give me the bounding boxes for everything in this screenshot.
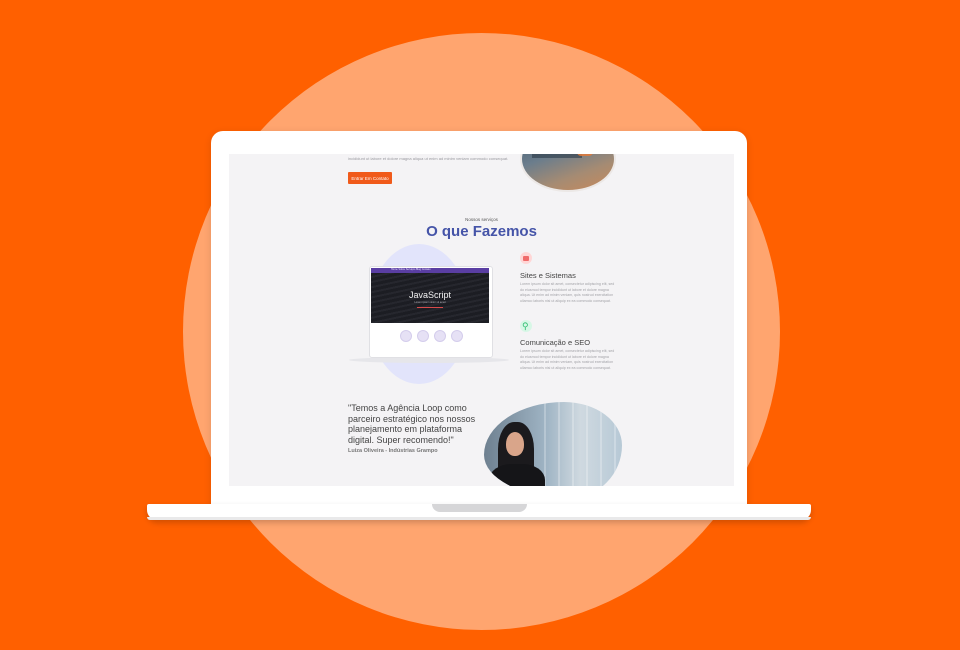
hero-office-image [520,154,616,192]
testimonial-quote: "Temos a Agência Loop como parceiro estr… [348,403,476,445]
laptop-notch [432,504,527,512]
contact-button[interactable]: Entrar Em Contato [348,172,392,184]
mockup-feature-icon [451,330,463,342]
mockup-feature-icon [400,330,412,342]
mockup-divider [417,307,443,308]
search-icon: ⚲ [520,320,532,332]
window-icon [520,252,532,264]
laptop-screen: incididunt ut labore et dolore magna ali… [229,154,734,486]
mockup-subtitle: Lorem ipsum dolor sit amet [414,301,446,304]
services-title: O que Fazemos [426,223,537,240]
services-eyebrow: Nossos serviços [465,217,498,222]
mockup-feature-icon [434,330,446,342]
testimonial-photo [484,402,622,486]
service-description-seo: Lorem ipsum dolor sit amet, consectetur … [520,349,615,370]
testimonial-author: Luiza Oliveira - Indústrias Grampo [348,448,438,454]
service-title-sites: Sites e Sistemas [520,271,576,280]
mockup-headline: JavaScript [408,290,452,300]
service-description-sites: Lorem ipsum dolor sit amet, consectetur … [520,282,615,303]
hero-paragraph: incididunt ut labore et dolore magna ali… [348,156,509,161]
mockup-feature-icon [417,330,429,342]
mockup-nav-text: Home Sobre Serviços Blog Contato [391,268,431,271]
laptop-base-edge [147,517,811,520]
service-title-seo: Comunicação e SEO [520,338,591,347]
